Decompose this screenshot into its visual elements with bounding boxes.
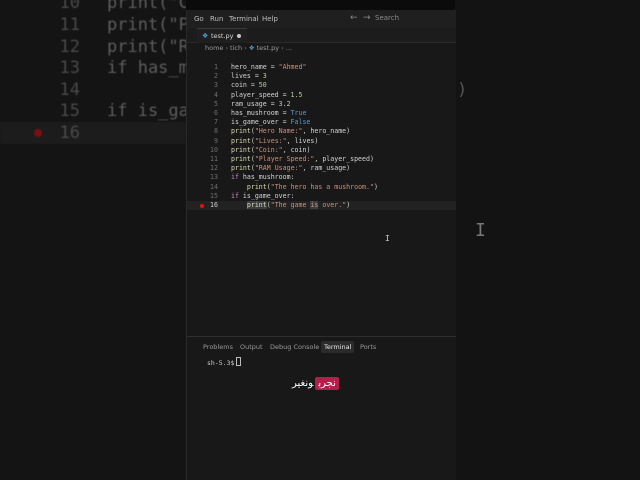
menu-bar: Go Run Terminal Help ← → Search bbox=[187, 10, 456, 29]
code-line: 6 has_mushroom = True bbox=[214, 109, 307, 117]
code-line: 5 ram_usage = 3.2 bbox=[214, 99, 291, 108]
breadcrumb: home › tich › ❖ test.py ›... bbox=[205, 44, 292, 54]
background-right-blur: ) I bbox=[455, 0, 640, 480]
video-caption: نجربونغير bbox=[290, 377, 339, 396]
tab-output[interactable]: Output bbox=[238, 341, 265, 353]
code-line: 9 print("Lives:", lives) bbox=[214, 136, 319, 145]
code-line: 1 hero_name = "Ahmed" bbox=[214, 63, 307, 71]
bottom-panel: Problems Output Debug Console Terminal P… bbox=[187, 336, 456, 480]
tab-problems[interactable]: Problems bbox=[201, 341, 235, 353]
code-line: 4 player_speed = 1.5 bbox=[214, 90, 303, 99]
tab-terminal[interactable]: Terminal bbox=[321, 341, 355, 353]
caption-highlight: نجرب bbox=[315, 377, 339, 390]
code-line: 8 print("Hero Name:", hero_name) bbox=[214, 127, 351, 136]
bg-line: 16 print bbox=[0, 122, 186, 144]
breadcrumb-home[interactable]: home bbox=[205, 44, 223, 52]
code-line: 2 lives = 3 bbox=[214, 72, 267, 81]
bg-line: 12 print("R bbox=[59, 37, 186, 57]
bg-line: 10 print("C bbox=[59, 0, 186, 13]
code-line: 15 if is_game_over: bbox=[210, 191, 295, 200]
tab-label: test.py bbox=[211, 32, 234, 40]
bg-text-cursor-icon: I bbox=[475, 220, 486, 241]
tab-bar: ❖ test.py bbox=[187, 28, 456, 43]
unsaved-dot-icon[interactable] bbox=[237, 34, 241, 38]
code-line: 10 print("Coin:", coin) bbox=[210, 145, 311, 154]
chevron-right-icon: › bbox=[281, 44, 284, 52]
python-file-icon: ❖ bbox=[248, 44, 257, 52]
code-line: 14 print("The hero has a mushroom.") bbox=[210, 182, 378, 191]
chevron-right-icon: › bbox=[225, 44, 229, 52]
code-line: 11 print("Player Speed:", player_speed) bbox=[210, 155, 374, 163]
bg-line: 13 if has_m bbox=[59, 58, 186, 78]
menu-terminal[interactable]: Terminal bbox=[229, 15, 259, 23]
tab-ports[interactable]: Ports bbox=[358, 341, 378, 353]
breadcrumb-more[interactable]: ... bbox=[286, 44, 292, 52]
bg-paren: ) bbox=[457, 80, 468, 100]
tab-test-py[interactable]: ❖ test.py bbox=[197, 28, 247, 43]
chevron-right-icon: › bbox=[244, 44, 247, 52]
menu-help[interactable]: Help bbox=[262, 15, 278, 23]
terminal-prompt[interactable]: sh-5.3$ bbox=[207, 357, 242, 367]
code-line: 7 is_game_over = False bbox=[214, 118, 311, 127]
mouse-text-cursor-icon: I bbox=[385, 234, 390, 243]
menu-go[interactable]: Go bbox=[194, 15, 204, 23]
background-editor-blur: 10 print("C 11 print("P 12 print("R 13 if ha… bbox=[0, 0, 186, 480]
editor-window: Go Run Terminal Help ← → Search ❖ test.p… bbox=[186, 10, 456, 480]
breadcrumb-tich[interactable]: tich bbox=[230, 44, 242, 52]
caption-rest: ونغير bbox=[292, 378, 314, 389]
menu-run[interactable]: Run bbox=[210, 15, 223, 23]
code-line: 3 coin = 50 bbox=[214, 81, 267, 90]
search-box[interactable]: Search bbox=[375, 14, 449, 24]
bg-line: 14 print bbox=[59, 80, 186, 100]
bg-line: 15if is_gam bbox=[59, 101, 186, 121]
tab-debug-console[interactable]: Debug Console bbox=[268, 341, 321, 353]
forward-arrow-icon[interactable]: → bbox=[363, 13, 371, 23]
code-line: 12 print("RAM Usage:", ram_usage) bbox=[210, 164, 351, 173]
code-line: 13 if has_mushroom: bbox=[210, 173, 295, 182]
bg-line: 11 print("P bbox=[59, 15, 186, 35]
code-editor[interactable]: 1 hero_name = "Ahmed" 2 lives = 3 3 coin = … bbox=[187, 56, 456, 336]
breadcrumb-file[interactable]: test.py bbox=[257, 44, 280, 52]
code-line-current: 16 print("The game is over.") bbox=[187, 201, 456, 211]
terminal-caret bbox=[236, 357, 242, 366]
python-file-icon: ❖ bbox=[202, 32, 209, 40]
back-arrow-icon[interactable]: ← bbox=[350, 13, 358, 23]
prompt-text: sh-5.3$ bbox=[207, 359, 235, 367]
